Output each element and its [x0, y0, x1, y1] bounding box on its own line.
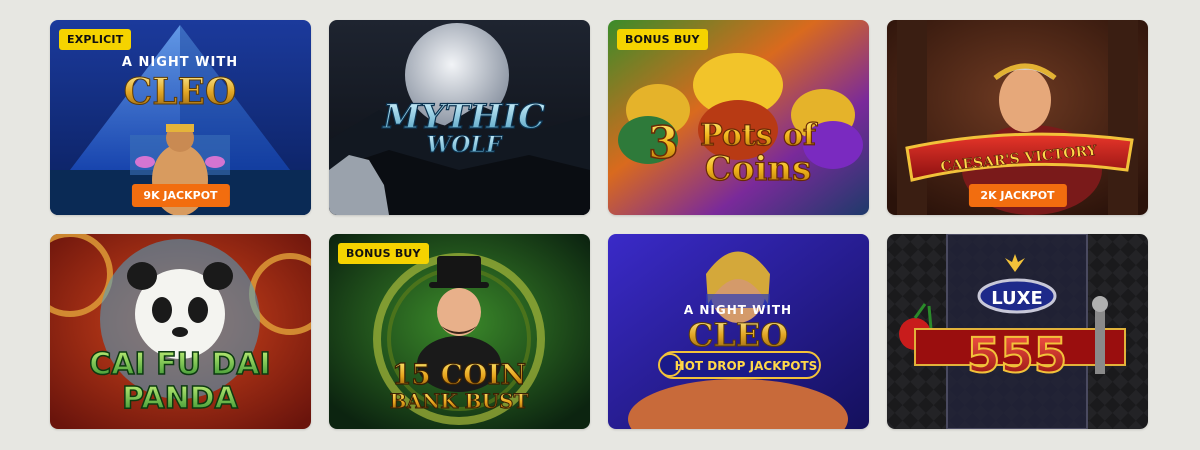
bonus-buy-badge: BONUS BUY [338, 243, 429, 264]
game-title: Pots of [700, 118, 818, 153]
game-tile-luxe-555[interactable]: LUXE 555 [887, 234, 1148, 429]
game-tile-cleo[interactable]: A NIGHT WITH CLEO EXPLICIT 9K JACKPOT [50, 20, 311, 215]
game-title-top: A NIGHT WITH [122, 55, 238, 70]
game-tile-3-pots-of-coins[interactable]: 3 Pots of Coins BONUS BUY [608, 20, 869, 215]
game-subtitle: WOLF [427, 132, 503, 158]
game-subtitle: PANDA [122, 381, 238, 416]
game-title: CAI FU DAI [89, 347, 270, 382]
game-subtitle: HOT DROP JACKPOTS [675, 359, 818, 373]
jackpot-badge: 2K JACKPOT [968, 184, 1067, 207]
game-title: CLEO [124, 71, 237, 113]
game-title-top: LUXE [991, 288, 1043, 309]
game-title: CLEO [688, 316, 788, 354]
game-artwork: MYTHIC WOLF [329, 20, 590, 215]
game-grid: A NIGHT WITH CLEO EXPLICIT 9K JACKPOT MY… [50, 20, 1148, 429]
game-title: 555 [967, 328, 1067, 384]
game-number: 3 [648, 118, 679, 169]
game-title-top: A NIGHT WITH [684, 303, 792, 317]
game-subtitle: BANK BUST [390, 389, 529, 413]
bonus-buy-badge: BONUS BUY [617, 29, 708, 50]
game-tile-cleo-hot-drop[interactable]: A NIGHT WITH CLEO HOT DROP JACKPOTS [608, 234, 869, 429]
game-tile-caesars-victory[interactable]: CAESAR'S VICTORY 2K JACKPOT [887, 20, 1148, 215]
game-artwork: CAI FU DAI PANDA [50, 234, 311, 429]
game-title: MYTHIC [382, 97, 545, 137]
game-artwork: LUXE 555 [887, 234, 1148, 429]
game-tile-15-coin-bank-bust[interactable]: 15 COIN BANK BUST BONUS BUY [329, 234, 590, 429]
game-subtitle: Coins [705, 149, 812, 189]
explicit-badge: EXPLICIT [59, 29, 132, 50]
jackpot-badge: 9K JACKPOT [131, 184, 230, 207]
game-title: 15 COIN [392, 358, 526, 391]
game-tile-cai-fu-dai-panda[interactable]: CAI FU DAI PANDA [50, 234, 311, 429]
game-artwork: A NIGHT WITH CLEO HOT DROP JACKPOTS [608, 234, 869, 429]
game-tile-mythic-wolf[interactable]: MYTHIC WOLF [329, 20, 590, 215]
